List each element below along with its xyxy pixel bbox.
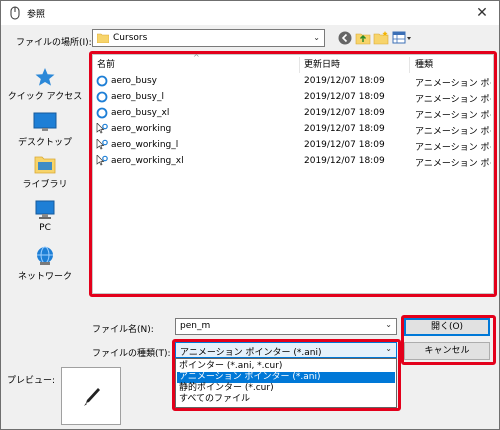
filetype-label: ファイルの種類(T): bbox=[92, 349, 171, 359]
buttons-highlight-frame bbox=[401, 315, 496, 365]
preview-pane bbox=[61, 367, 121, 425]
place-label: デスクトップ bbox=[17, 138, 72, 148]
window-title: 参照 bbox=[27, 10, 46, 20]
network-icon bbox=[37, 246, 53, 265]
pc-icon bbox=[35, 200, 55, 219]
folder-icon bbox=[97, 33, 109, 43]
desktop-icon bbox=[33, 112, 57, 131]
filename-label: ファイル名(N): bbox=[92, 325, 154, 335]
place-label: ネットワーク bbox=[17, 272, 72, 282]
view-menu-icon[interactable] bbox=[392, 30, 414, 46]
browse-dialog: 参照 ✕ ファイルの場所(I): Cursors ⌄ クイック アクセス デスク… bbox=[0, 0, 500, 430]
place-label: ライブラリ bbox=[22, 180, 68, 190]
location-value: Cursors bbox=[113, 33, 148, 43]
mouse-icon bbox=[10, 6, 20, 20]
file-list-highlight-frame bbox=[89, 51, 497, 297]
places-bar: クイック アクセス デスクトップ ライブラリ PC ネットワーク bbox=[5, 53, 85, 300]
close-button[interactable]: ✕ bbox=[469, 3, 495, 23]
place-library[interactable]: ライブラリ bbox=[5, 153, 85, 190]
location-combo[interactable]: Cursors ⌄ bbox=[92, 29, 325, 47]
filename-value: pen_m bbox=[180, 321, 211, 331]
pen-cursor-icon bbox=[84, 388, 100, 406]
chevron-down-icon[interactable]: ⌄ bbox=[385, 320, 392, 329]
place-quick-access[interactable]: クイック アクセス bbox=[5, 67, 85, 102]
close-icon: ✕ bbox=[476, 5, 488, 21]
back-icon[interactable] bbox=[337, 30, 353, 46]
place-label: クイック アクセス bbox=[7, 92, 83, 102]
library-icon bbox=[34, 156, 56, 174]
location-label: ファイルの場所(I): bbox=[16, 38, 92, 48]
title-bar: 参照 ✕ bbox=[1, 1, 499, 25]
place-network[interactable]: ネットワーク bbox=[5, 245, 85, 282]
place-desktop[interactable]: デスクトップ bbox=[5, 111, 85, 148]
new-folder-icon[interactable] bbox=[373, 30, 389, 46]
filename-input[interactable]: pen_m ⌄ bbox=[175, 318, 397, 335]
filetype-highlight-frame bbox=[172, 339, 401, 411]
star-icon bbox=[35, 68, 55, 86]
chevron-down-icon: ⌄ bbox=[313, 33, 320, 42]
place-label: PC bbox=[39, 223, 51, 233]
up-folder-icon[interactable] bbox=[355, 30, 371, 46]
preview-label: プレビュー: bbox=[7, 376, 56, 386]
place-pc[interactable]: PC bbox=[5, 199, 85, 233]
